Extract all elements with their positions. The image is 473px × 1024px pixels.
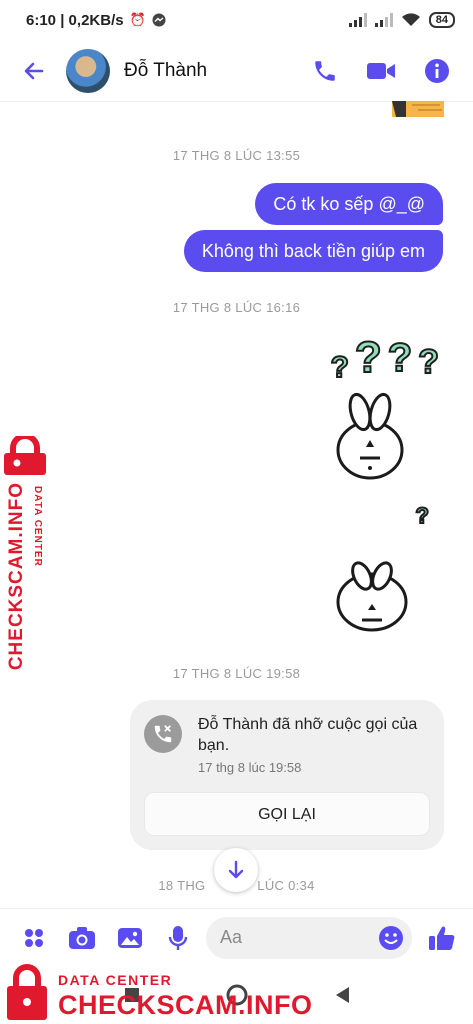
- timestamp-left: 18 THG: [158, 878, 206, 893]
- camera-button[interactable]: [58, 914, 106, 962]
- video-camera-icon: [367, 62, 395, 79]
- timestamp: 17 THG 8 LÚC 13:55: [172, 148, 301, 163]
- scroll-to-bottom-button[interactable]: [214, 848, 258, 892]
- battery-indicator: 84: [428, 12, 455, 28]
- like-button[interactable]: [418, 914, 466, 962]
- sent-message[interactable]: Có tk ko sếp @_@: [255, 183, 443, 225]
- status-bar: 6:10 | 0,2KB/s ⏰ 84: [0, 0, 473, 40]
- missed-call-card: Đỗ Thành đã nhỡ cuộc gọi của bạn. 17 thg…: [130, 700, 444, 850]
- camera-icon: [69, 926, 95, 949]
- question-mark: ?: [354, 333, 383, 382]
- bunny-sticker[interactable]: [330, 560, 414, 640]
- alarm-icon: ⏰: [129, 12, 146, 27]
- timestamp: 17 THG 8 LÚC 16:16: [172, 300, 301, 315]
- microphone-icon: [168, 925, 188, 950]
- watermark-label-big: CHECKSCAM.INFO: [58, 990, 313, 1020]
- message-input-placeholder: Aa: [220, 927, 243, 947]
- wifi-icon: [401, 13, 420, 26]
- padlock-icon: [7, 964, 47, 1020]
- question-marks-sticker[interactable]: ? ? ? ?: [330, 333, 440, 390]
- watermark-vertical: CHECKSCAM.INFO DATA CENTER: [2, 436, 52, 670]
- voice-call-button[interactable]: [297, 47, 353, 95]
- message-composer: Aa: [0, 908, 473, 966]
- question-mark: ?: [387, 335, 413, 381]
- message-input[interactable]: Aa: [206, 916, 412, 959]
- info-button[interactable]: [409, 47, 465, 95]
- more-actions-button[interactable]: [10, 914, 58, 962]
- arrow-left-icon: [24, 62, 44, 79]
- bunny-sticker[interactable]: [330, 390, 410, 482]
- signal-icon: [348, 13, 367, 27]
- conversation-header: Đỗ Thành: [0, 40, 473, 102]
- messenger-notification-icon: [152, 13, 166, 27]
- sent-message[interactable]: Không thì back tiền giúp em: [183, 230, 443, 272]
- missed-call-title: Đỗ Thành đã nhỡ cuộc gọi của bạn.: [198, 716, 418, 754]
- avatar[interactable]: [66, 48, 110, 93]
- gallery-button[interactable]: [106, 914, 154, 962]
- watermark-label-small: DATA CENTER: [32, 486, 43, 567]
- missed-call-time: 17 thg 8 lúc 19:58: [198, 760, 302, 775]
- question-mark: ?: [415, 503, 431, 529]
- back-nav-icon[interactable]: [333, 985, 351, 1005]
- sticker-fragment[interactable]: [392, 101, 444, 119]
- info-icon: [425, 58, 449, 83]
- timestamp: 17 THG 8 LÚC 19:58: [172, 666, 301, 681]
- watermark-label-small: DATA CENTER: [58, 972, 173, 988]
- watermark-horizontal: DATA CENTER CHECKSCAM.INFO: [0, 962, 312, 1024]
- emoji-icon[interactable]: [378, 925, 404, 951]
- missed-call-icon: [144, 715, 182, 753]
- grid-dots-icon: [25, 928, 43, 947]
- small-question-sticker[interactable]: ?: [415, 503, 431, 529]
- question-mark: ?: [330, 350, 350, 385]
- arrow-down-icon: [228, 860, 244, 879]
- status-time: 6:10 | 0,2KB/s: [26, 11, 124, 29]
- back-button[interactable]: [10, 47, 58, 95]
- contact-name[interactable]: Đỗ Thành: [124, 60, 297, 82]
- padlock-icon: [4, 436, 46, 475]
- call-back-button[interactable]: GỌI LẠI: [144, 792, 430, 836]
- phone-icon: [315, 60, 335, 81]
- watermark-label-big: CHECKSCAM.INFO: [6, 482, 27, 671]
- video-call-button[interactable]: [353, 47, 409, 95]
- thumbs-up-icon: [429, 926, 455, 950]
- timestamp-right: LÚC 0:34: [257, 878, 315, 893]
- signal-icon-2: [374, 13, 393, 27]
- voice-message-button[interactable]: [154, 914, 202, 962]
- question-mark: ?: [417, 342, 440, 382]
- image-icon: [118, 927, 142, 948]
